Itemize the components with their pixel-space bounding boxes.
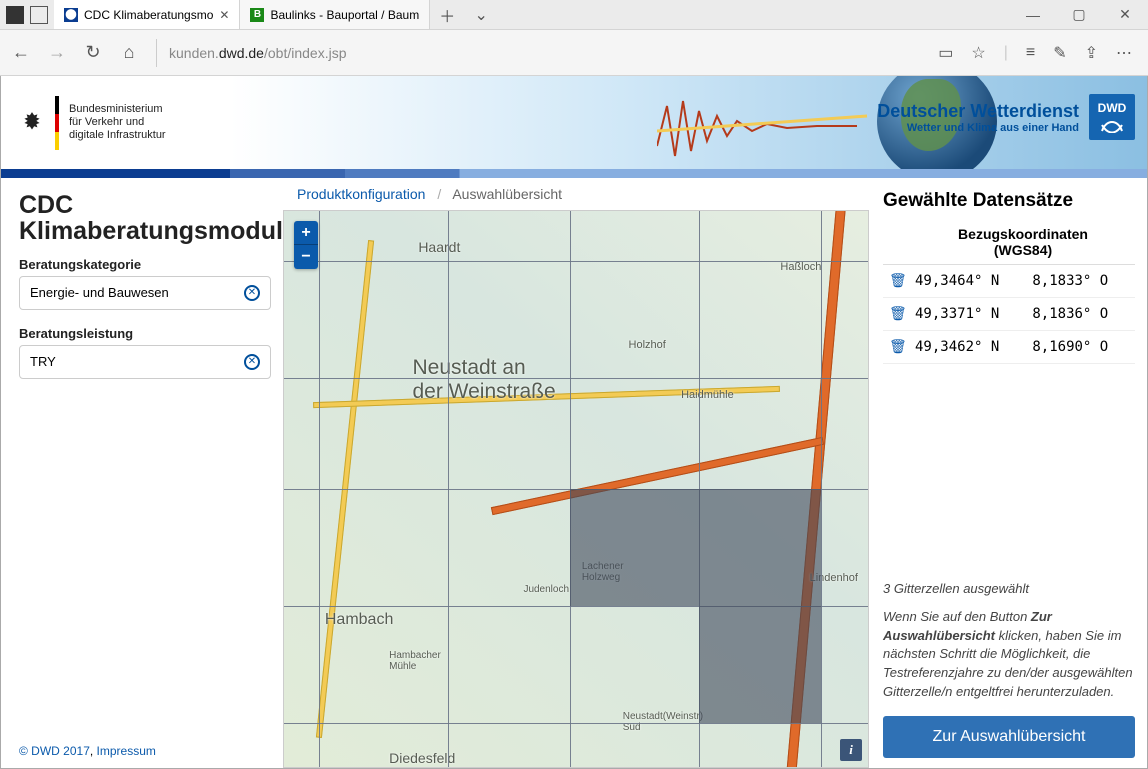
favicon-bl-icon: B (250, 8, 264, 22)
breadcrumb-separator-icon: / (437, 186, 441, 202)
url-path: /obt/index.jsp (264, 45, 347, 61)
selection-status: 3 Gitterzellen ausgewählt (883, 431, 1135, 596)
url-field[interactable]: kunden.dwd.de/obt/index.jsp (156, 39, 922, 67)
favorite-icon[interactable]: ☆ (971, 43, 985, 63)
app-icon-2 (30, 6, 48, 24)
site-banner: Bundesministerium für Verkehr und digita… (1, 76, 1147, 169)
app-icon-1 (6, 6, 24, 24)
tab-title: CDC Klimaberatungsmo (84, 8, 213, 22)
select-value: TRY (30, 354, 56, 369)
map-label-haardt: Haardt (418, 239, 460, 255)
zur-auswahluebersicht-button[interactable]: Zur Auswahlübersicht (883, 716, 1135, 758)
page-content: Bundesministerium für Verkehr und digita… (0, 76, 1148, 769)
footer: © DWD 2017, Impressum (19, 744, 156, 758)
coord-lat: 49,3462° N (911, 331, 1028, 364)
climate-graph-icon (657, 86, 877, 166)
app-title: CDC Klimaberatungsmodul (19, 192, 271, 245)
window-minimize-icon[interactable]: — (1010, 0, 1056, 29)
footer-impressum-link[interactable]: Impressum (97, 744, 156, 758)
nav-back-icon[interactable]: ← (10, 42, 32, 64)
map-zoom-control: + − (294, 221, 318, 269)
select-beratungsleistung[interactable]: TRY ✕ (19, 345, 271, 379)
field-label-kategorie: Beratungskategorie (19, 257, 271, 272)
map-label-diedesfeld: Diedesfeld (389, 750, 455, 766)
datasets-panel: Gewählte Datensätze Bezugskoordinaten (W… (869, 178, 1147, 768)
share-icon[interactable]: ⇪ (1085, 43, 1098, 63)
zoom-in-button[interactable]: + (294, 221, 318, 245)
table-header: Bezugskoordinaten (WGS84) (911, 220, 1135, 265)
select-beratungskategorie[interactable]: Energie- und Bauwesen ✕ (19, 276, 271, 310)
sidebar: CDC Klimaberatungsmodul Beratungskategor… (1, 178, 281, 768)
os-tray (0, 0, 54, 29)
dwd-logo-icon: DWD (1089, 94, 1135, 140)
browser-tab-cdc[interactable]: ⬤ CDC Klimaberatungsmo ✕ (54, 0, 240, 29)
map-info-button[interactable]: i (840, 739, 862, 761)
trash-icon[interactable]: 🗑 (887, 273, 907, 289)
map-label-hambach: Hambach (325, 611, 393, 629)
table-row: 🗑 49,3371° N 8,1836° O (883, 298, 1135, 331)
map-label-neustadt: Neustadt an der Weinstraße (412, 356, 555, 404)
zoom-out-button[interactable]: − (294, 245, 318, 269)
accent-bar (1, 169, 1147, 178)
close-tab-icon[interactable]: ✕ (219, 8, 229, 22)
clear-selection-icon[interactable]: ✕ (244, 285, 260, 301)
favicon-cdc-icon: ⬤ (64, 8, 78, 22)
url-domain: dwd.de (219, 45, 264, 61)
window-close-icon[interactable]: ✕ (1102, 0, 1148, 29)
dwd-brand-text: Deutscher Wetterdienst Wetter und Klima … (877, 101, 1079, 134)
nav-reload-icon[interactable]: ↻ (82, 42, 104, 64)
map-label-judenloch: Judenloch (523, 584, 569, 595)
browser-tab-baulinks[interactable]: B Baulinks - Bauportal / Baum (240, 0, 430, 29)
germany-flag-icon (55, 96, 59, 150)
main-column: Produktkonfiguration / Auswahlübersicht … (281, 178, 869, 768)
coord-lon: 8,1833° O (1028, 265, 1135, 298)
coordinates-table: Bezugskoordinaten (WGS84) 🗑 49,3464° N 8… (883, 220, 1135, 364)
breadcrumb: Produktkonfiguration / Auswahlübersicht (281, 178, 869, 210)
ministry-name: Bundesministerium für Verkehr und digita… (69, 103, 166, 143)
grid-cell-selected[interactable] (699, 606, 822, 723)
datasets-heading: Gewählte Datensätze (883, 190, 1135, 212)
browser-addressbar: ← → ↻ ⌂ kunden.dwd.de/obt/index.jsp ▭ ☆ … (0, 30, 1148, 76)
map-label-hassloch: Haßloch (780, 261, 821, 273)
more-icon[interactable]: ⋯ (1116, 43, 1132, 63)
clear-selection-icon[interactable]: ✕ (244, 354, 260, 370)
map[interactable]: Neustadt an der Weinstraße Haardt Holzho… (283, 210, 869, 768)
browser-titlebar: ⬤ CDC Klimaberatungsmo ✕ B Baulinks - Ba… (0, 0, 1148, 30)
nav-home-icon[interactable]: ⌂ (118, 42, 140, 64)
window-maximize-icon[interactable]: ▢ (1056, 0, 1102, 29)
nav-forward-icon[interactable]: → (46, 42, 68, 64)
url-prefix: kunden. (169, 45, 219, 61)
hint-text: Wenn Sie auf den Button Zur Auswahlübers… (883, 608, 1135, 702)
table-row: 🗑 49,3464° N 8,1833° O (883, 265, 1135, 298)
coord-lon: 8,1836° O (1028, 298, 1135, 331)
grid-cell-selected[interactable] (699, 489, 822, 606)
tab-title: Baulinks - Bauportal / Baum (270, 8, 419, 22)
map-label-haidmuhle: Haidmühle (681, 389, 734, 401)
coord-lon: 8,1690° O (1028, 331, 1135, 364)
tab-overflow-icon[interactable]: ⌄ (464, 0, 498, 29)
grid-cell-selected[interactable] (570, 489, 698, 606)
coord-lat: 49,3371° N (911, 298, 1028, 331)
annotate-icon[interactable]: ✎ (1053, 43, 1066, 63)
reading-list-icon[interactable]: ≡ (1026, 44, 1035, 62)
breadcrumb-produktkonfiguration[interactable]: Produktkonfiguration (297, 186, 425, 202)
eagle-icon (19, 110, 45, 136)
trash-icon[interactable]: 🗑 (887, 339, 907, 355)
footer-copyright-link[interactable]: © DWD 2017 (19, 744, 90, 758)
map-label-hambacher: HambacherMühle (389, 650, 441, 672)
breadcrumb-auswahluebersicht: Auswahlübersicht (452, 186, 562, 202)
coord-lat: 49,3464° N (911, 265, 1028, 298)
table-row: 🗑 49,3462° N 8,1690° O (883, 331, 1135, 364)
map-label-holzhof: Holzhof (629, 339, 666, 351)
new-tab-button[interactable]: ＋ (430, 0, 464, 29)
select-value: Energie- und Bauwesen (30, 285, 169, 300)
field-label-leistung: Beratungsleistung (19, 326, 271, 341)
reading-view-icon[interactable]: ▭ (938, 43, 953, 63)
trash-icon[interactable]: 🗑 (887, 306, 907, 322)
